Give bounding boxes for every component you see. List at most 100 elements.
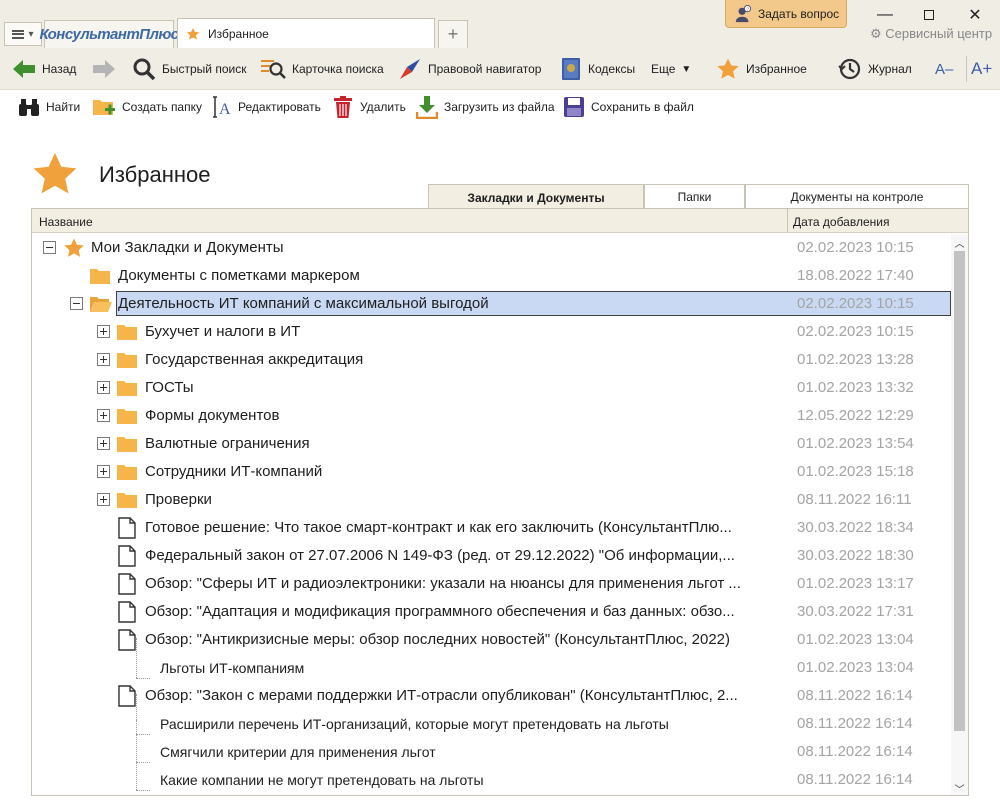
column-divider[interactable] <box>787 209 788 233</box>
tree-row-bookmark[interactable]: Расширили перечень ИТ-организаций, котор… <box>32 710 952 738</box>
collapse-icon[interactable] <box>70 297 83 310</box>
expand-icon[interactable] <box>97 325 110 338</box>
arrow-left-icon <box>13 60 35 78</box>
row-date: 01.02.2023 13:17 <box>797 575 914 592</box>
font-decrease-button[interactable]: A– <box>935 56 953 82</box>
minimize-button[interactable]: — <box>870 4 900 26</box>
close-button[interactable]: ✕ <box>960 4 990 26</box>
row-label: Мои Закладки и Документы <box>91 239 284 256</box>
tree-row-folder[interactable]: Формы документов 12.05.2022 12:29 <box>32 402 952 430</box>
brand-tab[interactable]: КонсультантПлюс <box>39 20 179 48</box>
minimize-icon: — <box>877 6 893 23</box>
tree-row-document[interactable]: Обзор: "Сферы ИТ и радиоэлектроники: ука… <box>32 570 952 598</box>
tree-row-bookmark[interactable]: Льготы ИТ-компаниям 01.02.2023 13:04 <box>32 654 952 682</box>
maximize-icon <box>924 10 934 20</box>
tree-row-folder-selected[interactable]: Деятельность ИТ компаний с максимальной … <box>32 290 952 318</box>
gear-icon: ⚙ <box>870 26 882 41</box>
font-decrease-label: A– <box>935 60 954 78</box>
row-date: 01.02.2023 13:04 <box>797 631 914 648</box>
tree-row-document[interactable]: Готовое решение: Что такое смарт-контрак… <box>32 514 952 542</box>
row-label: Федеральный закон от 27.07.2006 N 149-ФЗ… <box>145 547 735 564</box>
tree-row-document[interactable]: Обзор: "Адаптация и модификация программ… <box>32 598 952 626</box>
chevron-down-icon: ﹀ <box>954 784 965 796</box>
tab-folders[interactable]: Папки <box>644 184 745 209</box>
new-tab-button[interactable]: + <box>438 20 468 48</box>
brand-logo: КонсультантПлюс <box>39 26 179 43</box>
tree-row-folder[interactable]: Проверки 08.11.2022 16:11 <box>32 486 952 514</box>
row-label: ГОСТы <box>145 379 194 396</box>
main-menu-button[interactable]: ▾ <box>4 22 42 46</box>
tree-row-bookmark[interactable]: Какие компании не могут претендовать на … <box>32 766 952 794</box>
row-label: Обзор: "Сферы ИТ и радиоэлектроники: ука… <box>145 575 741 592</box>
grid-header: Название Дата добавления <box>32 209 968 233</box>
row-label: Государственная аккредитация <box>145 351 364 368</box>
tree-row-folder[interactable]: Валютные ограничения 01.02.2023 13:54 <box>32 430 952 458</box>
tree-row-root[interactable]: Мои Закладки и Документы 02.02.2023 10:1… <box>32 234 952 262</box>
column-header-date[interactable]: Дата добавления <box>793 215 889 229</box>
expand-icon[interactable] <box>97 437 110 450</box>
row-date: 01.02.2023 15:18 <box>797 463 914 480</box>
open-folder-icon <box>90 297 112 312</box>
tab-bookmarks-documents[interactable]: Закладки и Документы <box>428 184 644 210</box>
find-button[interactable]: Найти <box>18 94 80 120</box>
close-icon: ✕ <box>968 7 982 24</box>
more-menu[interactable]: Еще ▼ <box>651 56 691 82</box>
scroll-down-button[interactable]: ﹀ <box>951 780 968 796</box>
tree-row-folder[interactable]: Бухучет и налоги в ИТ 02.02.2023 10:15 <box>32 318 952 346</box>
save-disk-icon <box>564 97 584 117</box>
favorites-button[interactable]: Избранное <box>716 56 807 82</box>
back-label: Назад <box>42 62 77 76</box>
tree-row-document[interactable]: Обзор: "Закон с мерами поддержки ИТ-отра… <box>32 682 952 710</box>
tree-row-document[interactable]: Обзор: "Антикризисные меры: обзор послед… <box>32 626 952 654</box>
journal-label: Журнал <box>868 62 912 76</box>
expand-icon[interactable] <box>97 353 110 366</box>
tab-controlled-documents[interactable]: Документы на контроле <box>745 184 969 209</box>
expand-icon[interactable] <box>97 465 110 478</box>
delete-button[interactable]: Удалить <box>332 94 406 120</box>
compass-icon <box>400 59 420 79</box>
search-card-icon <box>261 60 286 79</box>
collapse-icon[interactable] <box>43 241 56 254</box>
tree-row-bookmark[interactable]: Смягчили критерии для применения льгот 0… <box>32 738 952 766</box>
tree-row-folder[interactable]: Сотрудники ИТ-компаний 01.02.2023 15:18 <box>32 458 952 486</box>
download-icon <box>416 96 438 119</box>
folder-icon <box>117 409 137 424</box>
row-label: Бухучет и налоги в ИТ <box>145 323 301 340</box>
create-folder-label: Создать папку <box>122 100 202 114</box>
edit-button[interactable]: A Редактировать <box>210 94 321 120</box>
favorites-tree-grid: Название Дата добавления Мои Закладки и … <box>31 208 969 796</box>
forward-button[interactable] <box>92 56 116 82</box>
font-increase-button[interactable]: A+ <box>966 56 992 82</box>
create-folder-button[interactable]: Создать папку <box>92 94 202 120</box>
expand-icon[interactable] <box>97 493 110 506</box>
service-center-link[interactable]: ⚙ Сервисный центр <box>870 26 992 42</box>
ask-question-button[interactable]: ? Задать вопрос <box>725 0 847 28</box>
load-from-file-button[interactable]: Загрузить из файла <box>416 94 555 120</box>
tab-favorites[interactable]: Избранное <box>177 18 435 48</box>
maximize-button[interactable] <box>914 4 944 26</box>
tree-row-folder[interactable]: Документы с пометками маркером 18.08.202… <box>32 262 952 290</box>
row-label: Сотрудники ИТ-компаний <box>145 463 323 480</box>
tree-row-folder[interactable]: ГОСТы 01.02.2023 13:32 <box>32 374 952 402</box>
document-icon <box>118 685 136 707</box>
codes-button[interactable]: Кодексы <box>560 56 635 82</box>
scroll-up-button[interactable]: ︿ <box>951 234 968 250</box>
search-card-button[interactable]: Карточка поиска <box>260 56 384 82</box>
tree-row-document[interactable]: Федеральный закон от 27.07.2006 N 149-ФЗ… <box>32 542 952 570</box>
quick-search-button[interactable]: Быстрый поиск <box>132 56 246 82</box>
tab-label: Папки <box>677 190 712 204</box>
save-to-file-button[interactable]: Сохранить в файл <box>563 94 694 120</box>
row-date: 08.11.2022 16:14 <box>797 743 913 760</box>
vertical-scrollbar[interactable]: ︿ ﹀ <box>951 234 968 796</box>
column-header-name[interactable]: Название <box>39 215 93 229</box>
favorites-star-icon <box>30 150 80 203</box>
tab-label: Избранное <box>208 26 269 41</box>
scrollbar-thumb[interactable] <box>954 251 965 731</box>
save-to-file-label: Сохранить в файл <box>591 100 694 114</box>
back-button[interactable]: Назад <box>12 56 76 82</box>
journal-button[interactable]: Журнал <box>838 56 912 82</box>
expand-icon[interactable] <box>97 381 110 394</box>
tree-row-folder[interactable]: Государственная аккредитация 01.02.2023 … <box>32 346 952 374</box>
legal-navigator-button[interactable]: Правовой навигатор <box>398 56 541 82</box>
expand-icon[interactable] <box>97 409 110 422</box>
